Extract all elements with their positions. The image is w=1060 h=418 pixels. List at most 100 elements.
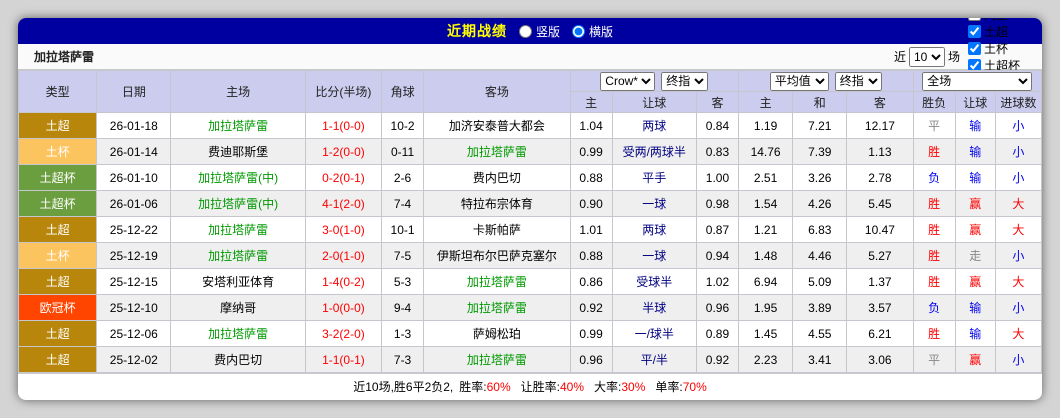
handicap-home-odds: 0.99 [569, 320, 613, 347]
layout-vertical-radio[interactable]: 竖版 [518, 23, 560, 40]
horizontal-radio-input[interactable] [572, 24, 585, 38]
away-team[interactable]: 加拉塔萨雷 [423, 294, 571, 321]
match-score: 3-0(1-0) [304, 216, 383, 243]
corner-score: 7-5 [381, 242, 425, 269]
league-type-badge: 土超 [18, 112, 98, 139]
recent-count-select[interactable]: 10 [908, 46, 945, 67]
checkbox-input[interactable] [967, 41, 981, 55]
match-date: 25-12-22 [96, 216, 172, 243]
home-team[interactable]: 加拉塔萨雷 [170, 112, 306, 139]
result-outcome: 负 [912, 164, 956, 191]
page-title: 近期战绩 [446, 23, 507, 39]
result-handicap: 输 [954, 164, 996, 191]
away-team-label: 加济安泰普大都会 [448, 119, 545, 133]
stat-label: 大率: [594, 380, 622, 394]
result-outcome: 胜 [912, 190, 956, 217]
home-team[interactable]: 摩纳哥 [170, 294, 306, 321]
col-corner: 角球 [381, 70, 425, 113]
avg-away-odds: 3.06 [846, 346, 914, 373]
away-team-label: 萨姆松珀 [472, 327, 521, 341]
avg-away-odds: 3.57 [846, 294, 914, 321]
away-team[interactable]: 费内巴切 [423, 164, 571, 191]
avg-home-odds: 1.48 [738, 242, 794, 269]
avg-draw-odds: 7.39 [792, 138, 848, 165]
result-goals: 大 [994, 216, 1042, 243]
match-score: 3-2(2-0) [304, 320, 383, 347]
vertical-radio-input[interactable] [518, 24, 532, 38]
home-team[interactable]: 加拉塔萨雷(中) [170, 190, 306, 217]
away-team[interactable]: 卡斯帕萨 [423, 216, 571, 243]
home-team[interactable]: 加拉塔萨雷 [170, 320, 306, 347]
header-row-top: 类型 日期 主场 比分(半场) 角球 客场 Crow* 终指 平均值 终指 全场 [18, 70, 1042, 113]
handicap-away-odds: 1.00 [695, 164, 740, 191]
away-team-label: 加拉塔萨雷 [466, 145, 527, 159]
result-handicap: 走 [954, 242, 996, 269]
europe-odds-group: 平均值 终指 [738, 70, 914, 92]
recent-label: 近 [893, 50, 906, 64]
handicap-line: 受两/两球半 [611, 138, 697, 165]
result-handicap: 输 [954, 320, 996, 347]
handicap-final-odds-select[interactable]: 终指 [661, 71, 709, 91]
home-team-label: 加拉塔萨雷 [208, 327, 269, 341]
result-goals: 小 [994, 112, 1042, 139]
away-team-label: 伊斯坦布尔巴萨克塞尔 [436, 249, 557, 263]
result-handicap: 赢 [954, 346, 996, 373]
avg-home-odds: 14.76 [738, 138, 794, 165]
handicap-away-odds: 0.84 [695, 112, 740, 139]
handicap-away-odds: 0.94 [695, 242, 740, 269]
europe-final-odds-select[interactable]: 终指 [834, 71, 882, 91]
handicap-away-odds: 0.87 [695, 216, 740, 243]
filter-checkbox-土超[interactable]: 土超 [963, 23, 1032, 40]
home-team[interactable]: 加拉塔萨雷 [170, 242, 306, 269]
corner-score: 5-3 [381, 268, 425, 295]
league-type-badge: 土超杯 [18, 190, 98, 217]
away-team[interactable]: 加拉塔萨雷 [423, 268, 571, 295]
filter-checkbox-土杯[interactable]: 土杯 [963, 40, 1032, 57]
checkbox-input[interactable] [967, 24, 981, 38]
results-table: 类型 日期 主场 比分(半场) 角球 客场 Crow* 终指 平均值 终指 全场… [18, 70, 1042, 373]
home-team-label: 加拉塔萨雷 [208, 223, 269, 237]
home-team[interactable]: 加拉塔萨雷 [170, 216, 306, 243]
match-row: 土超 25-12-15 安塔利亚体育 1-4(0-2) 5-3 加拉塔萨雷 0.86 受球半 1… [18, 268, 1042, 295]
result-handicap: 赢 [954, 190, 996, 217]
home-team[interactable]: 费迪耶斯堡 [170, 138, 306, 165]
away-team[interactable]: 加拉塔萨雷 [423, 138, 571, 165]
avg-home-odds: 1.19 [738, 112, 794, 139]
avg-draw-odds: 4.46 [792, 242, 848, 269]
result-goals: 小 [994, 294, 1042, 321]
away-team[interactable]: 加拉塔萨雷 [423, 346, 571, 373]
avg-away-odds: 12.17 [846, 112, 914, 139]
layout-horizontal-radio[interactable]: 横版 [572, 23, 613, 40]
match-row: 土超 25-12-06 加拉塔萨雷 3-2(2-0) 1-3 萨姆松珀 0.99 一/球半 0.… [18, 320, 1042, 347]
match-row: 土超杯 26-01-10 加拉塔萨雷(中) 0-2(0-1) 2-6 费内巴切 0.88 平手… [18, 164, 1042, 191]
handicap-away-odds: 0.83 [695, 138, 740, 165]
league-type-badge: 土超 [18, 320, 98, 347]
result-outcome: 平 [912, 112, 956, 139]
league-type-badge: 土超杯 [18, 164, 98, 191]
result-handicap: 赢 [954, 216, 996, 243]
avg-draw-odds: 3.41 [792, 346, 848, 373]
home-team[interactable]: 安塔利亚体育 [170, 268, 306, 295]
filter-bar: 加拉塔萨雷 近 10 场 同主土超土杯土超杯欧冠杯球会友谊 [18, 18, 1042, 107]
result-outcome: 胜 [912, 268, 956, 295]
checkbox-input[interactable] [967, 18, 981, 21]
away-team[interactable]: 萨姆松珀 [423, 320, 571, 347]
handicap-home-odds: 0.99 [569, 138, 613, 165]
handicap-home-odds: 1.01 [569, 216, 613, 243]
away-team[interactable]: 伊斯坦布尔巴萨克塞尔 [423, 242, 571, 269]
away-team[interactable]: 特拉布宗体育 [423, 190, 571, 217]
league-type-badge: 土超 [18, 216, 98, 243]
results-body: 土超 26-01-18 加拉塔萨雷 1-1(0-0) 10-2 加济安泰普大都会 1.04 两… [18, 112, 1042, 373]
league-type-badge: 土杯 [18, 242, 98, 269]
away-team[interactable]: 加济安泰普大都会 [423, 112, 571, 139]
result-outcome: 胜 [912, 138, 956, 165]
home-team[interactable]: 费内巴切 [170, 346, 306, 373]
average-odds-select[interactable]: 平均值 [769, 71, 829, 91]
avg-away-odds: 5.27 [846, 242, 914, 269]
stat-label: 胜率: [459, 380, 487, 394]
handicap-away-odds: 0.92 [695, 346, 740, 373]
avg-draw-odds: 6.83 [792, 216, 848, 243]
home-team[interactable]: 加拉塔萨雷(中) [170, 164, 306, 191]
odds-company-select[interactable]: Crow* [600, 71, 656, 91]
full-match-select[interactable]: 全场 [922, 71, 1033, 91]
